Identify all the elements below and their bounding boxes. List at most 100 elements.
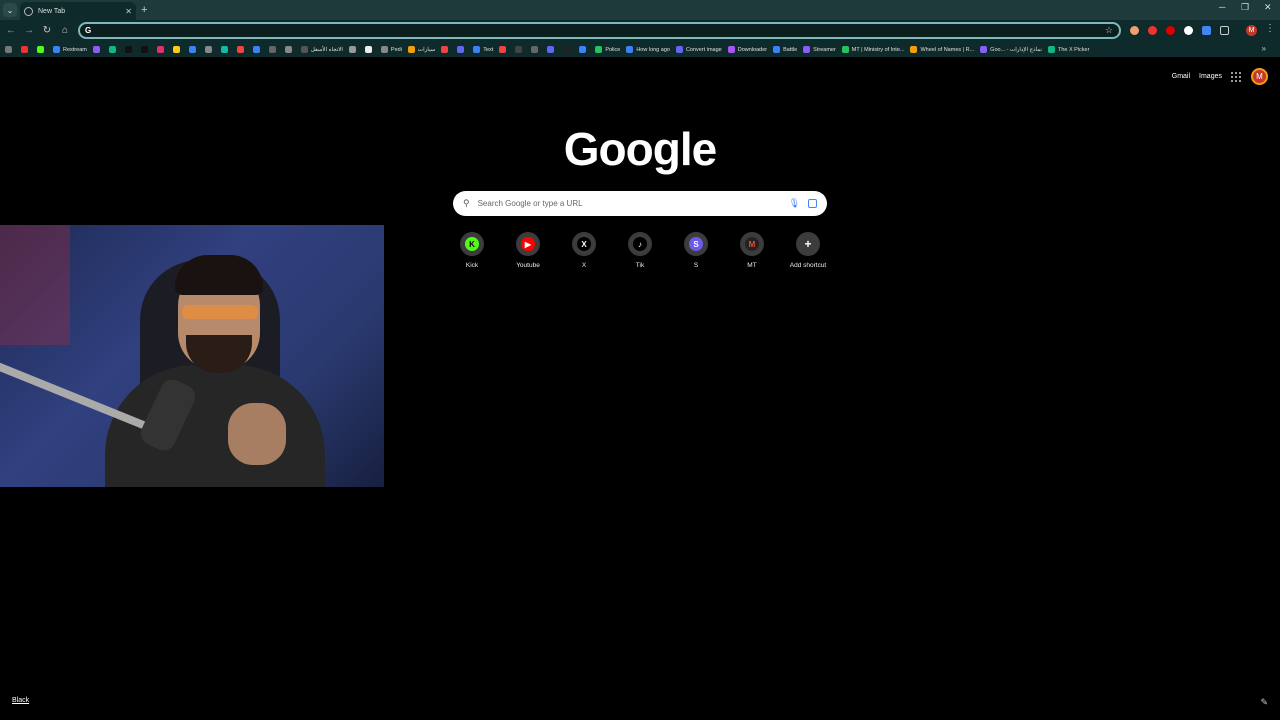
bookmark-item[interactable] xyxy=(563,44,573,56)
shortcut-tile[interactable]: ▶ Youtube xyxy=(500,232,556,269)
bookmark-item[interactable]: Wheel of Names | R... xyxy=(910,44,974,56)
bookmark-item[interactable] xyxy=(21,44,31,56)
bookmark-item[interactable] xyxy=(188,44,199,56)
bookmark-favicon-icon xyxy=(675,46,683,53)
bookmark-item[interactable]: MT | Ministry of Inte... xyxy=(841,44,904,56)
forward-icon[interactable]: → xyxy=(22,24,36,38)
new-tab-plus-icon[interactable]: + xyxy=(141,3,147,17)
extension-icon[interactable] xyxy=(1166,26,1175,35)
bookmark-item[interactable]: The X Picker xyxy=(1047,44,1089,56)
bookmark-favicon-icon xyxy=(252,46,260,53)
extension-icon[interactable] xyxy=(1148,26,1157,35)
toolbar: ← → ↻ ⌂ G ☆ M ⋮ xyxy=(0,20,1280,42)
shortcut-label: X xyxy=(581,262,587,269)
bookmark-item[interactable] xyxy=(284,44,295,56)
google-lens-icon[interactable] xyxy=(808,199,817,208)
bookmark-item[interactable]: How long ago xyxy=(626,44,670,56)
tab-close-icon[interactable]: ✕ xyxy=(125,7,132,16)
tab-title: New Tab xyxy=(38,7,66,15)
bookmark-item[interactable] xyxy=(124,44,135,56)
minimize-icon[interactable]: ─ xyxy=(1219,2,1225,12)
address-bar[interactable]: G ☆ xyxy=(78,22,1121,39)
shortcut-tile[interactable]: + Add shortcut xyxy=(780,232,836,269)
bookmark-item[interactable]: Restream xyxy=(53,44,87,56)
bookmark-item[interactable] xyxy=(499,44,509,56)
shortcut-label: S xyxy=(693,262,699,269)
theme-link[interactable]: Black xyxy=(12,697,29,704)
bookmark-item[interactable] xyxy=(457,44,467,56)
bookmark-item[interactable]: الاتجاه الأسفل xyxy=(300,44,343,56)
bookmark-item[interactable]: Police xyxy=(595,44,620,56)
apps-grid-icon[interactable] xyxy=(5,44,15,56)
search-box[interactable]: ⚲ 🎙 xyxy=(453,191,827,216)
shortcut-tile[interactable]: K Kick xyxy=(444,232,500,269)
bookmark-item[interactable]: Downloader xyxy=(727,44,767,56)
shortcut-tile[interactable]: XX xyxy=(556,232,612,269)
shortcut-favicon-icon: + xyxy=(804,237,812,251)
window-close-icon[interactable]: ✕ xyxy=(1264,2,1272,13)
bookmark-item[interactable] xyxy=(236,44,247,56)
gmail-link[interactable]: Gmail xyxy=(1172,73,1190,80)
bookmark-label: الاتجاه الأسفل xyxy=(310,46,343,53)
background-light xyxy=(0,225,70,345)
bookmark-item[interactable] xyxy=(220,44,231,56)
bookmark-item[interactable] xyxy=(348,44,359,56)
search-input[interactable] xyxy=(477,199,789,208)
extensions-puzzle-icon[interactable] xyxy=(1220,26,1229,35)
bookmark-favicon-icon xyxy=(204,46,212,53)
bookmark-favicon-icon xyxy=(773,46,781,53)
reload-icon[interactable]: ↻ xyxy=(40,24,54,38)
bookmark-item[interactable] xyxy=(441,44,451,56)
bookmark-item[interactable] xyxy=(252,44,263,56)
bookmark-favicon-icon xyxy=(92,46,100,53)
bookmark-item[interactable] xyxy=(37,44,47,56)
customize-pencil-icon[interactable]: ✎ xyxy=(1260,697,1268,708)
bookmark-item[interactable] xyxy=(579,44,589,56)
bookmark-item[interactable]: Text xyxy=(473,44,493,56)
shortcut-label: Kick xyxy=(465,262,479,269)
extension-icon[interactable] xyxy=(1202,26,1211,35)
bookmark-favicon-icon xyxy=(37,46,44,53)
shortcut-favicon-icon: ▶ xyxy=(521,237,535,251)
bookmark-item[interactable]: Streamer xyxy=(803,44,836,56)
back-icon[interactable]: ← xyxy=(4,24,18,38)
bookmark-item[interactable]: Goo... - نماذج الإدارات xyxy=(980,44,1042,56)
bookmark-item[interactable] xyxy=(268,44,279,56)
bookmark-item[interactable]: سيارات xyxy=(407,44,435,56)
bookmark-item[interactable] xyxy=(172,44,183,56)
bookmark-item[interactable] xyxy=(204,44,215,56)
bookmark-label: Goo... - نماذج الإدارات xyxy=(990,46,1042,53)
images-link[interactable]: Images xyxy=(1199,73,1222,80)
extension-icon[interactable] xyxy=(1184,26,1193,35)
bookmark-star-icon[interactable]: ☆ xyxy=(1105,25,1113,36)
google-apps-icon[interactable] xyxy=(1231,71,1241,82)
bookmark-item[interactable] xyxy=(531,44,541,56)
shortcut-tile[interactable]: M MT xyxy=(724,232,780,269)
home-icon[interactable]: ⌂ xyxy=(58,24,72,38)
shortcut-tile[interactable]: ♪ Tik xyxy=(612,232,668,269)
tab-search-chevron-icon[interactable]: ⌄ xyxy=(3,3,17,17)
bookmark-item[interactable] xyxy=(156,44,167,56)
bookmark-favicon-icon xyxy=(124,46,132,53)
restore-icon[interactable]: ❐ xyxy=(1241,2,1249,13)
profile-icon[interactable]: M xyxy=(1246,25,1257,36)
bookmark-favicon-icon xyxy=(841,46,849,53)
bookmark-label: Pedi xyxy=(390,46,402,53)
bookmark-item[interactable] xyxy=(140,44,151,56)
bookmark-item[interactable] xyxy=(364,44,375,56)
avatar[interactable]: M xyxy=(1251,68,1268,85)
bookmark-item[interactable] xyxy=(108,44,119,56)
shortcut-tile[interactable]: SS xyxy=(668,232,724,269)
microphone-icon[interactable]: 🎙 xyxy=(789,198,800,209)
bookmark-item[interactable]: Pedi xyxy=(380,44,402,56)
tab-new-tab[interactable]: New Tab ✕ xyxy=(20,2,136,20)
bookmark-favicon-icon xyxy=(407,46,415,53)
menu-kebab-icon[interactable]: ⋮ xyxy=(1265,23,1275,34)
bookmark-item[interactable]: Battle xyxy=(773,44,797,56)
bookmark-item[interactable]: Convert image xyxy=(675,44,722,56)
bookmark-item[interactable] xyxy=(92,44,103,56)
bookmarks-overflow-icon[interactable]: » xyxy=(1262,44,1266,53)
bookmark-item[interactable] xyxy=(547,44,557,56)
extension-icon[interactable] xyxy=(1130,26,1139,35)
bookmark-item[interactable] xyxy=(515,44,525,56)
